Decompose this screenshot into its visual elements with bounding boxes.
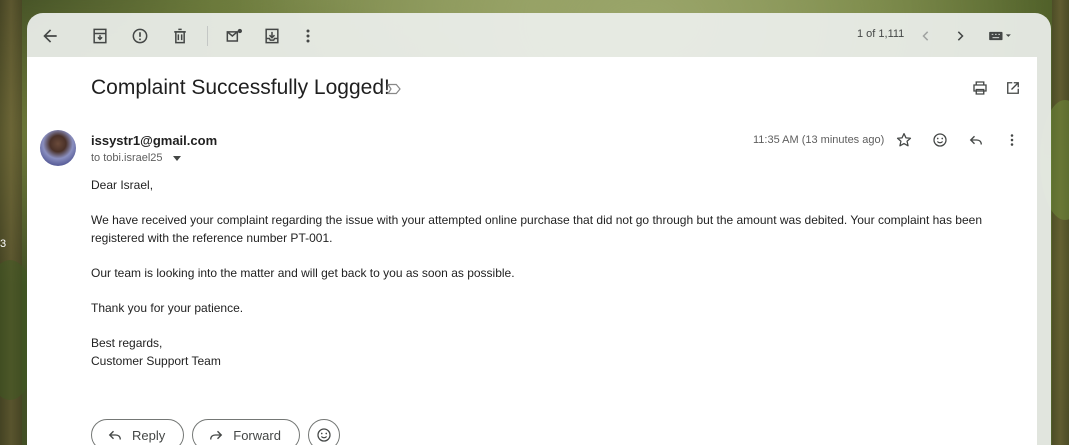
forward-label: Forward bbox=[233, 427, 281, 443]
mark-unread-button[interactable] bbox=[221, 23, 247, 49]
show-details-icon[interactable] bbox=[172, 156, 181, 161]
move-to-icon bbox=[265, 28, 279, 44]
message-toolbar: 1 of 1,111 bbox=[27, 13, 1051, 57]
body-paragraph: Customer Support Team bbox=[91, 354, 221, 368]
move-to-button[interactable] bbox=[259, 23, 285, 49]
emoji-reaction-button[interactable] bbox=[307, 419, 340, 445]
more-options-button[interactable] bbox=[295, 23, 321, 49]
emoji-icon bbox=[933, 133, 947, 147]
email-body: Dear Israel, We have received your compl… bbox=[91, 176, 1026, 370]
archive-icon bbox=[93, 28, 107, 44]
email-subject: Complaint Successfully Logged! bbox=[91, 76, 390, 99]
more-vert-icon bbox=[1010, 134, 1014, 146]
star-button[interactable] bbox=[893, 129, 915, 151]
report-spam-icon bbox=[132, 28, 148, 44]
toolbar-divider bbox=[207, 26, 208, 46]
body-paragraph: Our team is looking into the matter and … bbox=[91, 266, 515, 280]
recipient-text: to tobi.israel25 bbox=[91, 152, 163, 164]
background-edge-text: 3 bbox=[0, 238, 7, 250]
sender-email[interactable]: issystr1@gmail.com bbox=[91, 133, 217, 148]
reply-icon bbox=[969, 135, 982, 145]
body-paragraph: Thank you for your patience. bbox=[91, 301, 244, 315]
back-arrow-icon bbox=[43, 29, 57, 43]
chevron-left-icon bbox=[922, 31, 929, 41]
email-timestamp: 11:35 AM (13 minutes ago) bbox=[753, 134, 885, 146]
chevron-right-icon bbox=[957, 31, 964, 41]
label-important-icon[interactable] bbox=[385, 80, 403, 98]
add-reaction-button[interactable] bbox=[929, 129, 951, 151]
older-button[interactable] bbox=[947, 23, 973, 49]
delete-icon bbox=[174, 28, 186, 44]
emoji-icon bbox=[317, 428, 331, 442]
forward-icon bbox=[210, 430, 223, 440]
report-spam-button[interactable] bbox=[127, 23, 153, 49]
keyboard-icon bbox=[989, 31, 1011, 41]
reply-icon bbox=[108, 430, 121, 440]
background-tree-trunk bbox=[1052, 0, 1069, 445]
gmail-window: 1 of 1,111 Complaint Successfully Logged… bbox=[27, 13, 1051, 445]
body-paragraph: We have received your complaint regardin… bbox=[91, 213, 983, 245]
reply-button[interactable]: Reply bbox=[91, 419, 185, 445]
newer-button[interactable] bbox=[913, 23, 939, 49]
message-pane: Complaint Successfully Logged! issystr1@… bbox=[27, 57, 1037, 445]
pagination-text: 1 of 1,111 bbox=[857, 28, 905, 40]
print-button[interactable] bbox=[969, 77, 991, 99]
mark-unread-icon bbox=[226, 28, 242, 42]
more-vert-icon bbox=[306, 29, 310, 43]
recipient-line: to tobi.israel25 bbox=[91, 152, 181, 164]
input-tools-button[interactable] bbox=[983, 23, 1017, 49]
delete-button[interactable] bbox=[167, 23, 193, 49]
open-new-window-button[interactable] bbox=[1002, 77, 1024, 99]
back-button[interactable] bbox=[37, 23, 63, 49]
body-paragraph: Dear Israel, bbox=[91, 178, 154, 192]
reply-actions: Reply Forward bbox=[91, 419, 340, 445]
open-in-new-icon bbox=[1007, 82, 1019, 94]
body-paragraph: Best regards, bbox=[91, 336, 163, 350]
avatar[interactable] bbox=[40, 130, 76, 166]
message-more-button[interactable] bbox=[1001, 129, 1023, 151]
star-icon bbox=[896, 132, 912, 147]
print-icon bbox=[973, 81, 987, 95]
archive-button[interactable] bbox=[87, 23, 113, 49]
reply-label: Reply bbox=[132, 427, 166, 443]
reply-icon-button[interactable] bbox=[965, 129, 987, 151]
forward-button[interactable]: Forward bbox=[192, 419, 300, 445]
